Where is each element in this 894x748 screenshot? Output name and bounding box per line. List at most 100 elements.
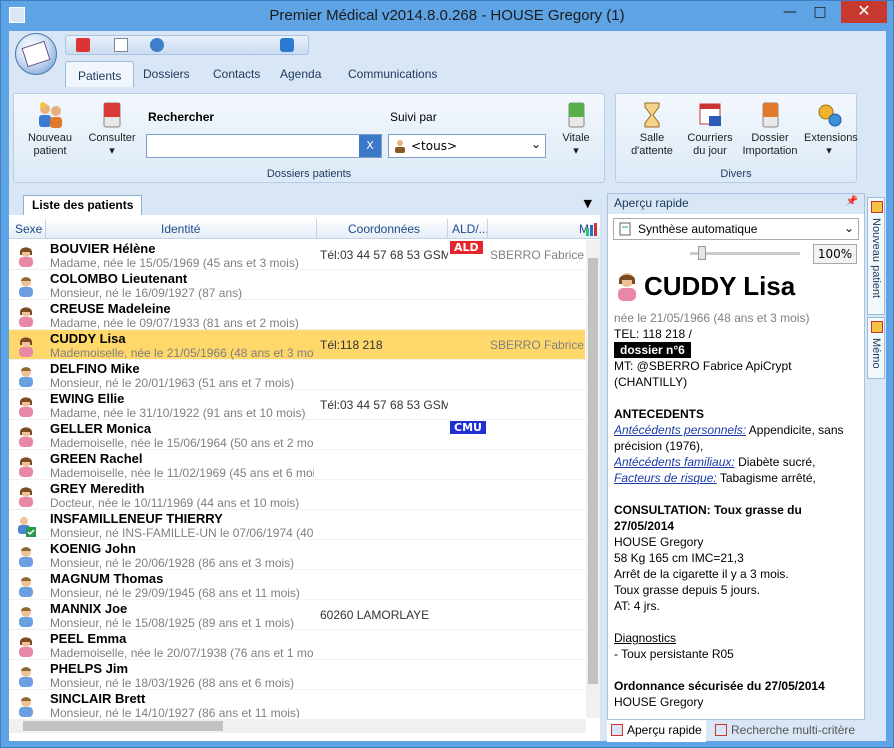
table-row[interactable]: EWING Ellie Madame, née le 31/10/1922 (91… [9,390,585,420]
table-row[interactable]: GREEN Rachel Mademoiselle, née le 11/02/1… [9,450,585,480]
patient-name: PHELPS Jim [50,661,129,676]
chevron-down-icon: ⌄ [843,221,854,235]
antecedents-personnels-link[interactable]: Antécédents personnels: [614,423,746,437]
col-coordonnees[interactable]: Coordonnées [348,222,420,236]
col-sexe[interactable]: Sexe [15,222,42,236]
minimize-button[interactable]: — [775,1,805,23]
patient-name: MANNIX Joe [50,601,128,616]
patient-details: Monsieur, né le 14/10/1927 (86 ans et 11… [50,706,300,718]
table-row[interactable]: CUDDY Lisa Mademoiselle, née le 21/05/196… [9,330,585,360]
tab-apercu-rapide[interactable]: Aperçu rapide [607,720,706,742]
scrollbar-thumb[interactable] [23,721,223,731]
table-row[interactable]: INSFAMILLENEUF THIERRY Monsieur, né INS-F… [9,510,585,540]
panel-menu-icon[interactable]: ▼ [584,197,592,210]
tab-liste-patients[interactable]: Liste des patients [23,195,143,215]
patient-tel: TEL: 118 218 / [614,327,692,341]
col-identite[interactable]: Identité [161,222,200,236]
table-row[interactable]: DELFINO Mike Monsieur, né le 20/01/1963 (… [9,360,585,390]
group-dossiers-label: Dossiers patients [266,168,352,180]
dossier-importation-button[interactable]: Dossier Importation [740,100,800,158]
patient-coordinates: 60260 LAMORLAYE [320,608,430,622]
clear-search-button[interactable]: X [359,135,381,157]
patient-details: Monsieur, né INS-FAMILLE-UN le 07/06/197… [50,526,314,540]
male-avatar-icon [16,605,36,627]
tab-patients[interactable]: Patients [65,61,135,89]
globe-icon[interactable] [150,38,164,52]
ald-badge: ALD [450,241,483,254]
close-button[interactable]: ✕ [841,1,887,23]
salle-attente-button[interactable]: Salle d'attente [624,100,680,158]
tab-agenda[interactable]: Agenda [280,67,321,81]
mail-icon[interactable] [114,38,128,52]
column-divider[interactable] [487,219,488,239]
col-ald[interactable]: ALD/... [452,222,489,236]
patient-name-heading: CUDDY Lisa [614,268,860,304]
column-divider[interactable] [447,219,448,239]
gears-icon [818,104,842,127]
antecedents-familiaux-link[interactable]: Antécédents familiaux: [614,455,735,469]
patient-name: GREY Meredith [50,481,145,496]
side-tab-memo[interactable]: Mémo [867,317,885,379]
app-window: Premier Médical v2014.8.0.268 - HOUSE Gr… [0,0,894,748]
table-row[interactable]: MANNIX Joe Monsieur, né le 15/08/1925 (89… [9,600,585,630]
antecedents-title: ANTECEDENTS [614,407,705,421]
female-avatar-icon [16,335,36,357]
preview-content: CUDDY Lisa née le 21/05/1966 (48 ans et … [614,268,860,718]
table-row[interactable]: GELLER Monica Mademoiselle, née le 15/06/… [9,420,585,450]
table-row[interactable]: GREY Meredith Docteur, née le 10/11/1969 … [9,480,585,510]
column-divider[interactable] [45,219,46,239]
ordonnance-author: HOUSE Gregory [614,695,704,709]
patient-mt: MT: @SBERRO Fabrice ApiCrypt (CHANTILLY) [614,359,792,389]
table-row[interactable]: COLOMBO Lieutenant Monsieur, né le 16/09/… [9,270,585,300]
consult-line: AT: 4 jrs. [614,599,660,613]
consult-folder-icon [103,102,121,128]
zoom-slider[interactable] [690,252,800,255]
facteurs-risque-link[interactable]: Facteurs de risque: [614,471,717,485]
extensions-button[interactable]: Extensions ▾ [804,100,858,158]
record-icon[interactable] [76,38,90,52]
patient-birth: née le 21/05/1966 (48 ans et 3 mois) [614,311,810,325]
consulter-button[interactable]: Consulter ▾ [84,100,140,158]
suivi-par-label: Suivi par [390,110,437,124]
patient-details: Madame, née le 31/10/1922 (91 ans et 10 … [50,406,306,420]
male-avatar-icon [16,575,36,597]
search-label: Rechercher [148,110,215,124]
column-divider[interactable] [316,219,317,239]
pin-icon[interactable]: 📌 [846,196,858,207]
nouveau-patient-button[interactable]: Nouveau patient [22,100,78,158]
vertical-scrollbar[interactable] [586,240,600,718]
tab-communications[interactable]: Communications [348,67,437,81]
suivi-par-select[interactable]: <tous> ⌄ [388,134,546,158]
maximize-button[interactable]: □ [805,1,835,23]
search-input[interactable]: X [146,134,382,158]
table-row[interactable]: BOUVIER Hélène Madame, née le 15/05/1969 … [9,240,585,270]
table-row[interactable]: SINCLAIR Brett Monsieur, né le 14/10/1927… [9,690,585,718]
table-row[interactable]: PHELPS Jim Monsieur, né le 18/03/1926 (88… [9,660,585,690]
table-row[interactable]: PEEL Emma Mademoiselle, née le 20/07/1938… [9,630,585,660]
table-row[interactable]: CREUSE Madeleine Madame, née le 09/07/193… [9,300,585,330]
tab-recherche-multi[interactable]: Recherche multi-critère [711,720,865,742]
consult-line: HOUSE Gregory [614,535,704,549]
zoom-slider-thumb[interactable] [698,246,706,260]
horizontal-scrollbar[interactable] [9,719,586,733]
table-row[interactable]: KOENIG John Monsieur, né le 20/06/1928 (8… [9,540,585,570]
table-header: Sexe Identité Coordonnées ALD/... M [9,219,600,239]
courriers-jour-button[interactable]: Courriers du jour [682,100,738,158]
zoom-value[interactable]: 100% [813,244,857,264]
ald-badge: CMU [450,421,486,434]
scrollbar-thumb[interactable] [588,258,598,684]
table-row[interactable]: MAGNUM Thomas Monsieur, né le 29/09/1945 … [9,570,585,600]
patient-details: Madame, née le 09/07/1933 (81 ans et 2 m… [50,316,299,330]
column-chooser-icon[interactable] [585,222,599,236]
tab-dossiers[interactable]: Dossiers [143,67,190,81]
preview-mode-select[interactable]: Synthèse automatique ⌄ [613,218,859,240]
preview-bottom-tabs: Aperçu rapide Recherche multi-critère [607,719,865,742]
group-dossiers-patients: Nouveau patient Consulter ▾ Rechercher X … [13,93,605,183]
patient-coordinates: Tél:03 44 57 68 53 GSM [320,398,448,412]
tab-contacts[interactable]: Contacts [213,67,260,81]
teamviewer-icon[interactable] [280,38,294,52]
male-avatar-icon [16,665,36,687]
ins-patient-icon [16,515,36,537]
side-tab-nouveau-patient[interactable]: Nouveau patient [867,197,885,315]
vitale-button[interactable]: Vitale ▾ [554,100,598,158]
